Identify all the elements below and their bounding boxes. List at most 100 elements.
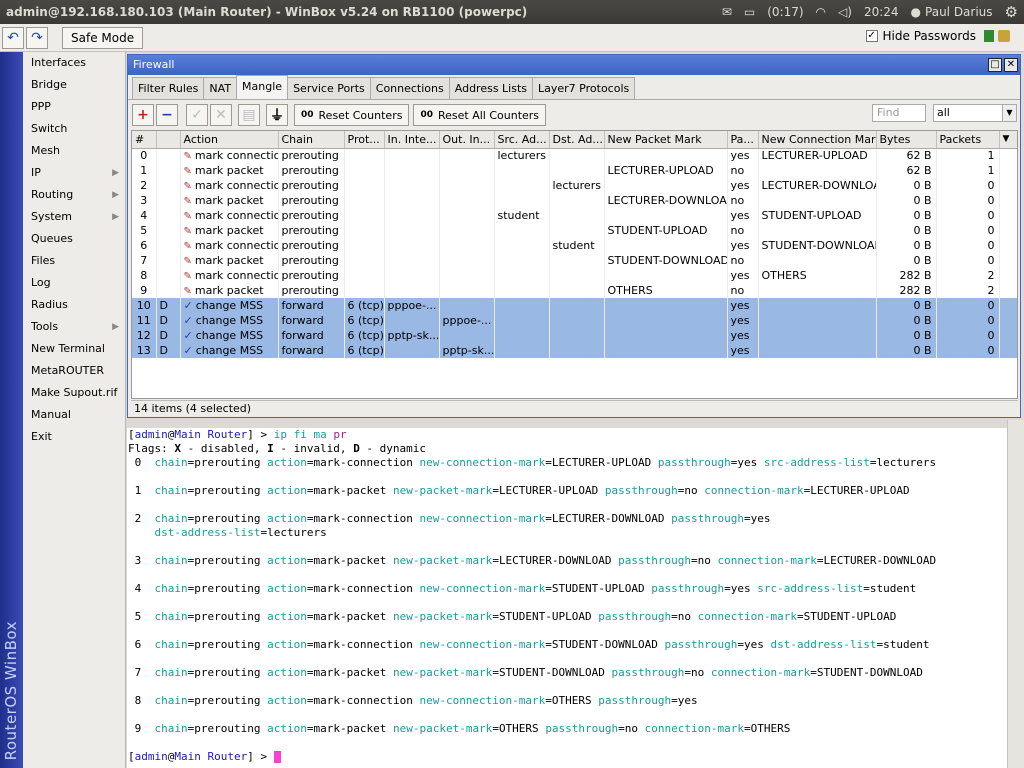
menu-item-files[interactable]: Files — [23, 250, 125, 272]
param-value: mark-connection — [313, 694, 413, 707]
table-row[interactable]: 9 ✎ mark packet prerouting OTHERS no 282 B2 — [132, 283, 1017, 298]
undo-button[interactable]: ↶ — [2, 26, 24, 49]
command-part: pr — [333, 428, 347, 441]
column-header[interactable]: Pa... — [727, 131, 759, 149]
menu-item-label: System — [31, 210, 73, 223]
menu-item-ip[interactable]: IP ▶ — [23, 162, 125, 184]
table-row[interactable]: 0 ✎mark connectionprerouting lecturers yesL… — [132, 148, 1017, 163]
table-row[interactable]: 13 D ✓ change MSS forward 6 (tcp) pptp-sk... ye… — [132, 343, 1017, 358]
column-header[interactable]: Src. Ad... — [494, 131, 550, 149]
filter-button[interactable]: ⏚ — [266, 104, 288, 126]
tab-mangle[interactable]: Mangle — [236, 75, 289, 99]
submenu-arrow-icon: ▶ — [112, 322, 119, 332]
menu-item-bridge[interactable]: Bridge — [23, 74, 125, 96]
tab-nat[interactable]: NAT — [203, 77, 238, 99]
volume-icon[interactable]: ◁) — [838, 5, 852, 19]
column-header[interactable]: In. Inte... — [384, 131, 440, 149]
tab-address-lists[interactable]: Address Lists — [448, 77, 534, 99]
menu-item-routing[interactable]: Routing ▶ — [23, 184, 125, 206]
menu-item-ppp[interactable]: PPP — [23, 96, 125, 118]
cell: yes — [727, 313, 759, 328]
menu-item-new-terminal[interactable]: New Terminal — [23, 338, 125, 360]
add-button[interactable]: + — [132, 104, 154, 126]
menu-item-exit[interactable]: Exit — [23, 426, 125, 448]
gear-icon[interactable]: ⚙ — [1005, 3, 1018, 21]
column-header[interactable]: # — [132, 131, 157, 149]
clock[interactable]: 20:24 — [864, 5, 899, 19]
menu-item-log[interactable]: Log — [23, 272, 125, 294]
menu-item-radius[interactable]: Radius — [23, 294, 125, 316]
table-row[interactable]: 4 ✎mark connectionprerouting student yesSTU… — [132, 208, 1017, 223]
user-name[interactable]: Paul Darius — [925, 5, 993, 19]
menu-item-interfaces[interactable]: Interfaces — [23, 52, 125, 74]
column-header[interactable]: Bytes — [876, 131, 937, 149]
menu-item-tools[interactable]: Tools ▶ — [23, 316, 125, 338]
maximize-button[interactable]: □ — [988, 58, 1002, 72]
filter-select[interactable]: all ▼ — [933, 104, 1017, 122]
table-row[interactable]: 11 D ✓ change MSS forward 6 (tcp) pppoe-... yes… — [132, 313, 1017, 328]
column-header[interactable]: Out. In... — [439, 131, 495, 149]
reset-all-counters-button[interactable]: 00 Reset All Counters — [413, 104, 547, 126]
terminal-cursor[interactable] — [273, 751, 281, 763]
table-row[interactable]: 2 ✎mark connectionprerouting lecturers yesL… — [132, 178, 1017, 193]
column-header[interactable]: Action — [180, 131, 279, 149]
table-row[interactable]: 6 ✎mark connectionprerouting student yesSTU… — [132, 238, 1017, 253]
terminal-entry-line: 4 chain=prerouting action=mark-connectio… — [128, 582, 917, 595]
battery-icon[interactable]: ▭ — [744, 5, 755, 19]
tab-filter-rules[interactable]: Filter Rules — [132, 77, 205, 99]
column-header[interactable]: New Connection Mark — [758, 131, 877, 149]
mail-icon[interactable]: ✉ — [722, 5, 732, 19]
terminal-scrollbar[interactable] — [1007, 420, 1024, 768]
cell: prerouting — [278, 268, 345, 283]
tab-connections[interactable]: Connections — [369, 77, 450, 99]
menu-item-make-supout-rif[interactable]: Make Supout.rif — [23, 382, 125, 404]
param-value: prerouting — [194, 666, 261, 679]
menu-item-system[interactable]: System ▶ — [23, 206, 125, 228]
table-row[interactable]: 8 ✎mark connectionprerouting yesOTHERS282 … — [132, 268, 1017, 283]
reset-counters-button[interactable]: 00 Reset Counters — [294, 104, 410, 126]
column-header[interactable]: Packets — [936, 131, 1000, 149]
cell — [758, 253, 877, 268]
menu-item-metarouter[interactable]: MetaROUTER — [23, 360, 125, 382]
menu-item-switch[interactable]: Switch — [23, 118, 125, 140]
table-row[interactable]: 7 ✎ mark packet prerouting STUDENT-DOWNLOAD n… — [132, 253, 1017, 268]
menu-item-mesh[interactable]: Mesh — [23, 140, 125, 162]
redo-button[interactable]: ↷ — [26, 26, 48, 49]
cell: 5 — [132, 223, 157, 238]
enable-button[interactable]: ✓ — [186, 104, 208, 126]
cell: 6 (tcp) — [344, 343, 385, 358]
tab-layer7-protocols[interactable]: Layer7 Protocols — [532, 77, 636, 99]
hide-passwords-checkbox[interactable]: ✓ — [865, 30, 878, 42]
column-header[interactable]: Dst. Ad... — [549, 131, 605, 149]
cell — [549, 193, 605, 208]
table-row[interactable]: 12 D ✓ change MSS forward 6 (tcp) pptp-sk... ye… — [132, 328, 1017, 343]
close-button[interactable]: ✕ — [1004, 58, 1018, 72]
column-chooser-button[interactable]: ▼ — [999, 131, 1017, 149]
safe-mode-button[interactable]: Safe Mode — [62, 26, 144, 49]
disable-button[interactable]: ✕ — [210, 104, 232, 126]
column-header[interactable]: Chain — [278, 131, 345, 149]
cell: ✎mark connection — [180, 268, 279, 283]
cell: prerouting — [278, 178, 345, 193]
menu-item-manual[interactable]: Manual — [23, 404, 125, 426]
remove-button[interactable]: − — [156, 104, 178, 126]
find-input[interactable]: Find — [872, 104, 926, 122]
table-row[interactable]: 1 ✎ mark packet prerouting LECTURER-UPLOAD no… — [132, 163, 1017, 178]
cell: yes — [727, 268, 759, 283]
cell: 0 — [936, 178, 1000, 193]
table-row[interactable]: 3 ✎ mark packet prerouting LECTURER-DOWNLOAD… — [132, 193, 1017, 208]
param-value: prerouting — [194, 694, 261, 707]
table-row[interactable]: 10 D ✓ change MSS forward 6 (tcp) pppoe-... yes… — [132, 298, 1017, 313]
cell — [494, 178, 550, 193]
menu-item-queues[interactable]: Queues — [23, 228, 125, 250]
comment-button[interactable]: ▤ — [238, 104, 260, 126]
column-header[interactable] — [156, 131, 181, 149]
column-header[interactable]: Prot... — [344, 131, 385, 149]
param-value: mark-connection — [313, 456, 413, 469]
table-row[interactable]: 5 ✎ mark packet prerouting STUDENT-UPLOAD no 0… — [132, 223, 1017, 238]
tab-service-ports[interactable]: Service Ports — [287, 77, 371, 99]
wifi-icon[interactable]: ◠ — [816, 5, 826, 19]
column-header[interactable]: New Packet Mark — [604, 131, 728, 149]
terminal[interactable]: [admin@Main Router] > ip fi ma pr Flags: … — [127, 428, 1007, 768]
firewall-title-bar[interactable]: Firewall □ ✕ — [128, 55, 1020, 75]
